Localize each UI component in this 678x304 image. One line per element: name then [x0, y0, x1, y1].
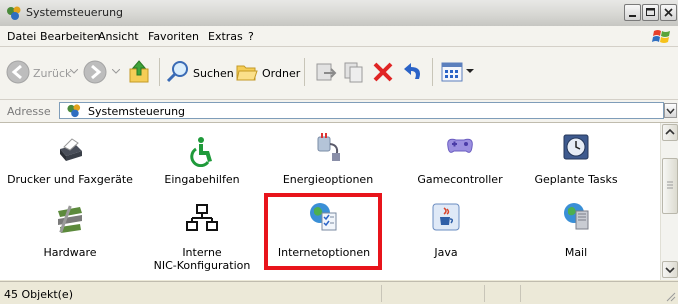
item-printers[interactable]: Drucker und Faxgeräte: [0, 127, 140, 187]
grip-icon: [667, 181, 673, 189]
explorer-window: Systemsteuerung Datei Bearbeiten Ansicht…: [0, 0, 678, 304]
resize-grip-icon[interactable]: [664, 290, 676, 302]
back-button-label[interactable]: Zurück: [33, 67, 71, 80]
gamepad-icon: [447, 138, 473, 153]
address-field[interactable]: Systemsteuerung: [59, 102, 664, 119]
forward-arrow-icon[interactable]: [82, 59, 108, 85]
hardware-icon: [58, 205, 82, 233]
control-panel-icon: [67, 104, 81, 118]
item-label: Eingabehilfen: [164, 173, 240, 186]
toolbar-separator: [304, 58, 305, 86]
status-object-count: 45 Objekt(e): [4, 288, 73, 301]
windows-logo-icon: [652, 30, 670, 43]
menu-extras[interactable]: Extras: [208, 30, 243, 43]
search-icon[interactable]: [166, 60, 190, 84]
back-arrow-icon[interactable]: [5, 59, 31, 85]
address-value: Systemsteuerung: [88, 105, 186, 118]
folders-icon[interactable]: [235, 60, 259, 84]
toolbar-separator: [432, 58, 433, 86]
menu-bar: Datei Bearbeiten Ansicht Favoriten Extra…: [0, 26, 678, 47]
printer-icon: [60, 138, 82, 161]
close-button[interactable]: [660, 4, 677, 21]
power-plug-icon: [317, 133, 340, 161]
item-label-line2: NIC-Konfiguration: [153, 259, 251, 272]
java-cup-icon: [432, 203, 460, 231]
status-divider: [484, 285, 485, 302]
scroll-up-button[interactable]: [662, 124, 678, 141]
menu-datei[interactable]: Datei: [7, 30, 36, 43]
item-mail[interactable]: Mail: [506, 197, 646, 261]
toolbar-separator: [159, 58, 160, 86]
item-scheduled-tasks[interactable]: Geplante Tasks: [506, 127, 646, 187]
item-hardware[interactable]: Hardware: [0, 197, 140, 261]
undo-icon[interactable]: [401, 59, 425, 85]
window-title: Systemsteuerung: [26, 6, 124, 19]
toolbar: Zurück Suchen Ordner: [0, 47, 678, 100]
item-label: Interne: [182, 246, 222, 259]
item-label: Java: [434, 246, 458, 259]
move-to-icon[interactable]: [314, 59, 338, 85]
address-bar: Adresse Systemsteuerung: [0, 100, 678, 123]
views-icon[interactable]: [440, 60, 464, 84]
address-label: Adresse: [7, 105, 51, 118]
status-divider: [381, 285, 382, 302]
scroll-down-button[interactable]: [662, 261, 678, 278]
item-accessibility[interactable]: Eingabehilfen: [132, 127, 272, 187]
delete-icon[interactable]: [371, 59, 395, 85]
control-panel-icon: [7, 6, 21, 20]
mail-icon: [564, 203, 589, 230]
item-nic-configuration[interactable]: Interne NIC-Konfiguration: [132, 197, 272, 272]
menu-help[interactable]: ?: [248, 30, 254, 43]
close-icon: [664, 8, 673, 17]
status-divider: [520, 285, 521, 302]
search-button-label[interactable]: Suchen: [193, 67, 234, 80]
chevron-down-icon[interactable]: [70, 69, 78, 75]
maximize-button[interactable]: [642, 4, 659, 21]
items-view: Drucker und Faxgeräte Eingabehilfen Ener…: [0, 123, 660, 280]
menu-bearbeiten[interactable]: Bearbeiten: [40, 30, 100, 43]
title-bar[interactable]: Systemsteuerung: [0, 0, 678, 27]
maximize-icon: [646, 8, 655, 16]
item-label: Geplante Tasks: [534, 173, 618, 186]
status-bar: 45 Objekt(e): [0, 281, 678, 304]
copy-to-icon[interactable]: [342, 59, 366, 85]
item-power-options[interactable]: Energieoptionen: [258, 127, 398, 187]
item-label: Drucker und Faxgeräte: [7, 173, 133, 186]
item-label: Hardware: [43, 246, 97, 259]
chevron-down-icon[interactable]: [112, 69, 120, 75]
highlight-box: [264, 193, 382, 270]
folder-up-icon[interactable]: [128, 59, 152, 85]
chevron-down-icon: [666, 108, 675, 115]
accessibility-icon: [190, 137, 212, 167]
item-label: Mail: [564, 246, 588, 259]
menu-favoriten[interactable]: Favoriten: [148, 30, 199, 43]
chevron-up-icon: [665, 128, 675, 135]
minimize-icon: [629, 15, 636, 17]
folders-button-label[interactable]: Ordner: [262, 67, 300, 80]
minimize-button[interactable]: [624, 4, 641, 21]
clock-icon: [563, 134, 589, 160]
network-icon: [186, 204, 218, 231]
chevron-down-icon[interactable]: [466, 69, 474, 75]
item-java[interactable]: Java: [376, 197, 516, 261]
address-dropdown-button[interactable]: [664, 103, 677, 118]
chevron-down-icon: [665, 267, 675, 274]
menu-ansicht[interactable]: Ansicht: [98, 30, 139, 43]
item-label: Energieoptionen: [282, 173, 374, 186]
scroll-thumb[interactable]: [662, 158, 678, 214]
vertical-scrollbar[interactable]: [660, 123, 678, 280]
